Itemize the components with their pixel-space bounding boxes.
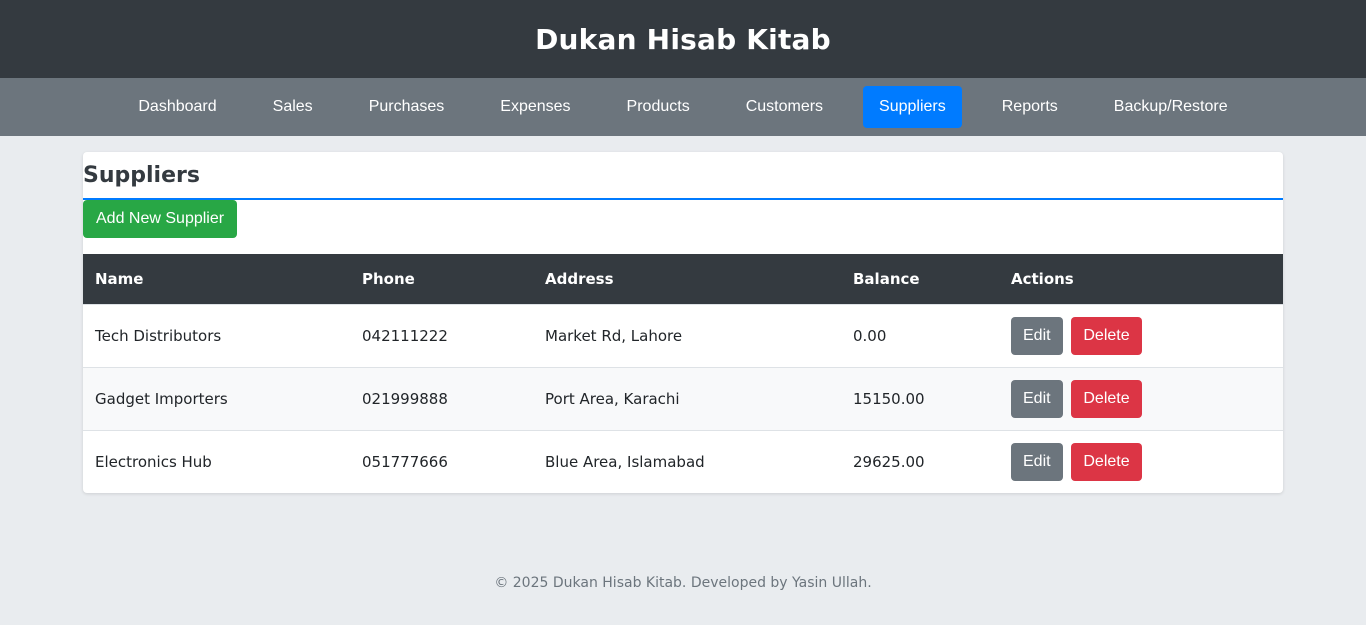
supplier-name: Gadget Importers (83, 366, 350, 430)
nav-item-expenses[interactable]: Expenses (484, 86, 586, 128)
suppliers-table: Name Phone Address Balance Actions Tech … (83, 254, 1283, 493)
column-header-address: Address (533, 254, 841, 304)
column-header-balance: Balance (841, 254, 999, 304)
page-title: Suppliers (83, 152, 1283, 200)
delete-button[interactable]: Delete (1071, 316, 1142, 355)
supplier-address: Blue Area, Islamabad (533, 429, 841, 493)
nav-item-sales[interactable]: Sales (257, 86, 329, 128)
row-actions: Edit Delete (999, 429, 1283, 493)
column-header-actions: Actions (999, 254, 1283, 304)
nav-item-backup-restore[interactable]: Backup/Restore (1098, 86, 1244, 128)
row-actions: Edit Delete (999, 366, 1283, 430)
main-nav: Dashboard Sales Purchases Expenses Produ… (0, 78, 1366, 136)
page-footer: © 2025 Dukan Hisab Kitab. Developed by Y… (494, 575, 872, 591)
supplier-phone: 042111222 (350, 303, 533, 367)
edit-button[interactable]: Edit (1011, 379, 1063, 418)
app-header: Dukan Hisab Kitab (0, 0, 1366, 78)
nav-item-dashboard[interactable]: Dashboard (122, 86, 232, 128)
delete-button[interactable]: Delete (1071, 442, 1142, 481)
add-supplier-button[interactable]: Add New Supplier (83, 200, 238, 238)
nav-item-suppliers[interactable]: Suppliers (863, 86, 962, 128)
table-row: Electronics Hub 051777666 Blue Area, Isl… (83, 429, 1283, 493)
column-header-name: Name (83, 254, 350, 304)
nav-item-products[interactable]: Products (611, 86, 706, 128)
supplier-balance: 0.00 (841, 303, 999, 367)
app-title: Dukan Hisab Kitab (535, 22, 831, 56)
row-actions: Edit Delete (999, 303, 1283, 367)
supplier-phone: 021999888 (350, 366, 533, 430)
supplier-name: Tech Distributors (83, 303, 350, 367)
nav-item-reports[interactable]: Reports (986, 86, 1074, 128)
supplier-balance: 29625.00 (841, 429, 999, 493)
table-header-row: Name Phone Address Balance Actions (83, 254, 1283, 304)
supplier-balance: 15150.00 (841, 366, 999, 430)
edit-button[interactable]: Edit (1011, 442, 1063, 481)
suppliers-card: Suppliers Add New Supplier Name Phone Ad… (83, 152, 1283, 493)
nav-item-purchases[interactable]: Purchases (353, 86, 461, 128)
table-row: Gadget Importers 021999888 Port Area, Ka… (83, 366, 1283, 430)
nav-item-customers[interactable]: Customers (730, 86, 839, 128)
supplier-phone: 051777666 (350, 429, 533, 493)
column-header-phone: Phone (350, 254, 533, 304)
supplier-address: Market Rd, Lahore (533, 303, 841, 367)
supplier-address: Port Area, Karachi (533, 366, 841, 430)
edit-button[interactable]: Edit (1011, 316, 1063, 355)
delete-button[interactable]: Delete (1071, 379, 1142, 418)
table-row: Tech Distributors 042111222 Market Rd, L… (83, 303, 1283, 367)
supplier-name: Electronics Hub (83, 429, 350, 493)
